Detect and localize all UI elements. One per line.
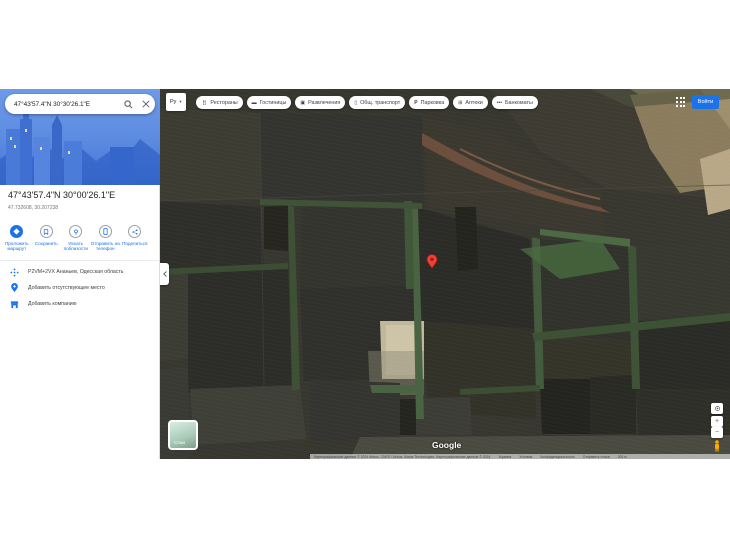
apps-grid-icon[interactable]: [676, 97, 686, 107]
category-chips: 🍴︎ Рестораны ▬ Гостиницы ▣ Развлечения ▯…: [196, 96, 538, 109]
layers-label: Слои: [174, 440, 185, 445]
plus-code-icon: [8, 267, 20, 277]
chip-label: Банкоматы: [504, 99, 533, 106]
pegman-icon[interactable]: [711, 439, 723, 453]
action-label: Искать поблизости: [63, 241, 88, 252]
close-icon[interactable]: [137, 94, 155, 114]
hotel-icon: ▬: [251, 99, 257, 106]
attribution-bar: Картографические данные © 2024 Airbus, C…: [310, 454, 730, 459]
directions-icon: [10, 225, 24, 238]
add-missing-place-text: Добавить отсутствующее место: [28, 285, 105, 291]
transit-icon: ▯: [354, 99, 358, 106]
search-input[interactable]: 47°43'57.4"N 30°30'26.1"E: [5, 101, 119, 108]
place-coordinates: 47.732608, 30.207238: [8, 205, 59, 211]
satellite-map[interactable]: Ру ▾ 🍴︎ Рестораны ▬ Гостиницы ▣ Развлече…: [160, 89, 730, 459]
restaurant-icon: 🍴︎: [201, 99, 208, 106]
sign-in-button[interactable]: Войти: [692, 95, 719, 109]
chip-restaurants[interactable]: 🍴︎ Рестораны: [196, 96, 243, 109]
minus-icon: −: [714, 429, 720, 436]
maps-app: 47°43'57.4"N 30°30'26.1"E 47°43'57.4"N 3…: [0, 89, 730, 459]
chip-label: Парковка: [420, 99, 445, 106]
feedback-link[interactable]: Отправить отзыв: [583, 455, 610, 459]
add-place-icon: [8, 283, 20, 293]
action-label: Сохранить: [34, 241, 58, 246]
chip-label: Общ. транспорт: [360, 99, 401, 106]
add-missing-place-row[interactable]: Добавить отсутствующее место: [8, 283, 158, 293]
search-box[interactable]: 47°43'57.4"N 30°30'26.1"E: [5, 94, 155, 114]
chip-atms[interactable]: ••• Банкоматы: [491, 96, 538, 109]
plus-code-row[interactable]: P2VM+2VX Ананьев, Одесская область: [8, 267, 158, 277]
chip-label: Аптеки: [465, 99, 483, 106]
scale-label[interactable]: 200 м: [618, 455, 627, 459]
my-location-icon: [714, 406, 720, 411]
terms-link[interactable]: Условия: [519, 455, 532, 459]
satellite-imagery: [160, 89, 730, 459]
search-icon[interactable]: [119, 94, 137, 114]
my-location-button[interactable]: [711, 403, 723, 414]
zoom-out-button[interactable]: −: [711, 427, 723, 438]
plus-code-text: P2VM+2VX Ананьев, Одесская область: [28, 269, 124, 275]
nearby-icon: [69, 225, 83, 238]
country-link[interactable]: Украина: [498, 455, 511, 459]
share-button[interactable]: Поделиться: [120, 225, 150, 252]
map-data-credit: Картографические данные © 2024 Airbus, C…: [314, 455, 491, 459]
share-icon: [128, 225, 142, 238]
caret-down-icon: ▾: [179, 99, 182, 104]
plus-icon: +: [714, 418, 720, 425]
add-business-row[interactable]: Добавить компанию: [8, 299, 158, 309]
nearby-button[interactable]: Искать поблизости: [61, 225, 91, 252]
chip-label: Развлечения: [308, 99, 341, 106]
action-label: Проложить маршрут: [4, 241, 29, 252]
chip-hotels[interactable]: ▬ Гостиницы: [246, 96, 292, 109]
store-icon: [8, 300, 20, 309]
send-to-phone-button[interactable]: Отправить на телефон: [91, 225, 121, 252]
add-business-text: Добавить компанию: [28, 301, 77, 307]
chip-entertainment[interactable]: ▣ Развлечения: [295, 96, 346, 109]
privacy-link[interactable]: Конфиденциальность: [540, 455, 574, 459]
side-panel: 47°43'57.4"N 30°30'26.1"E 47°43'57.4"N 3…: [0, 89, 160, 459]
language-value: Ру: [170, 99, 177, 105]
action-label: Поделиться: [122, 241, 148, 246]
language-select[interactable]: Ру ▾: [166, 93, 186, 111]
save-button[interactable]: Сохранить: [32, 225, 62, 252]
place-title: 47°43'57.4"N 30°00'26.1"E: [8, 190, 116, 200]
ticket-icon: ▣: [300, 99, 306, 106]
action-bar: Проложить маршрут Сохранить Искать побли…: [2, 225, 158, 252]
directions-button[interactable]: Проложить маршрут: [2, 225, 32, 252]
chevron-left-icon: [162, 271, 167, 277]
zoom-in-button[interactable]: +: [711, 416, 723, 427]
collapse-panel-button[interactable]: [160, 263, 169, 285]
chip-transit[interactable]: ▯ Общ. транспорт: [349, 96, 406, 109]
chip-label: Рестораны: [210, 99, 238, 106]
phone-icon: [98, 225, 112, 238]
more-icon: •••: [496, 99, 502, 106]
google-logo: Google: [432, 440, 462, 450]
layers-button[interactable]: Слои: [168, 420, 198, 450]
parking-icon: P: [414, 99, 418, 106]
chip-label: Гостиницы: [259, 99, 287, 106]
pharmacy-icon: ⊞: [458, 99, 463, 106]
action-label: Отправить на телефон: [90, 241, 120, 252]
divider: [0, 260, 159, 261]
bookmark-icon: [39, 225, 53, 238]
chip-parking[interactable]: P Парковка: [409, 96, 450, 109]
chip-pharmacies[interactable]: ⊞ Аптеки: [453, 96, 488, 109]
